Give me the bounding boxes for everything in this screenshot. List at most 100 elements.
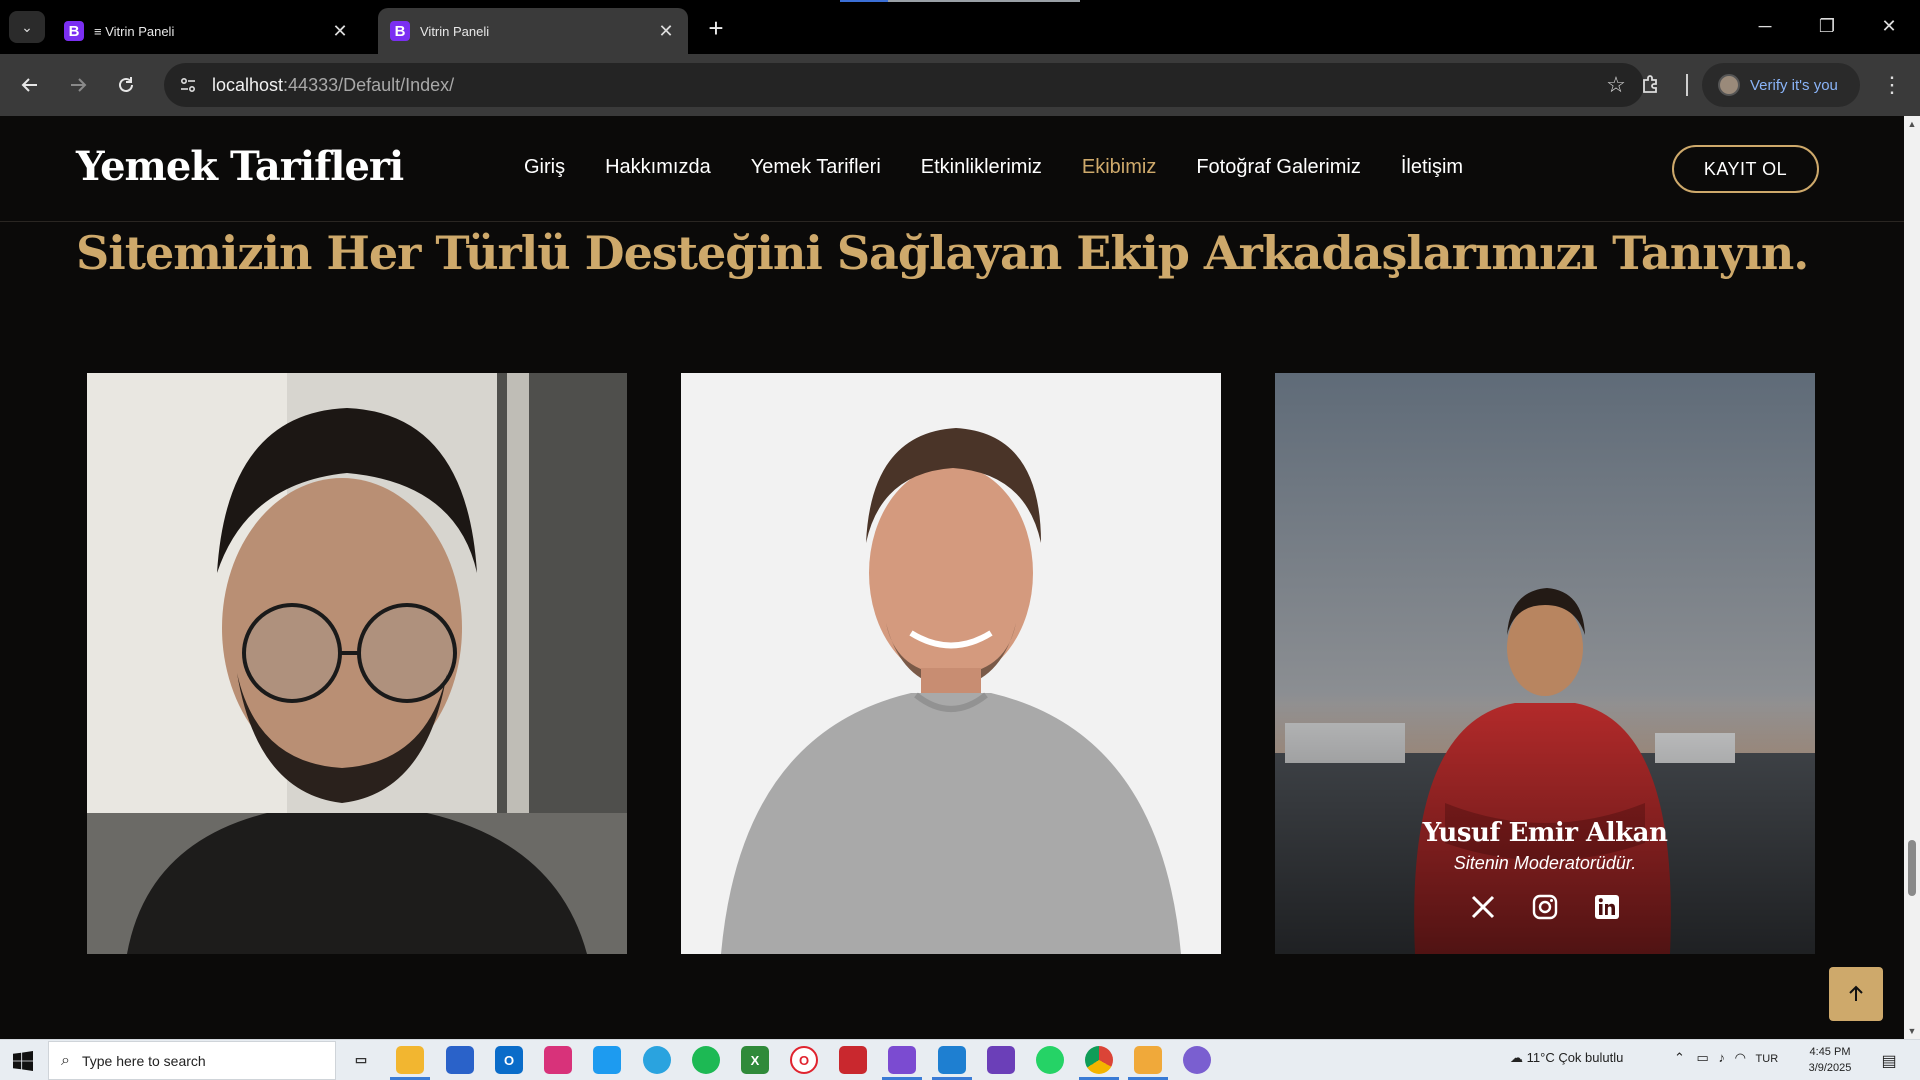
nav-item-hakkimizda[interactable]: Hakkımızda: [605, 156, 711, 179]
outlook-icon[interactable]: O: [495, 1046, 523, 1074]
forward-button[interactable]: [62, 69, 94, 101]
telegram-icon[interactable]: [643, 1046, 671, 1074]
x-icon[interactable]: [1469, 893, 1497, 921]
site-header: Yemek Tarifleri Giriş Hakkımızda Yemek T…: [0, 116, 1904, 222]
reload-button[interactable]: [110, 69, 142, 101]
close-tab-icon[interactable]: ✕: [656, 21, 676, 41]
tab-title: ≡ Vitrin Paneli: [94, 23, 175, 39]
twitter-app-icon[interactable]: [593, 1046, 621, 1074]
taskbar-search-placeholder: Type here to search: [81, 1052, 206, 1069]
team-member-card[interactable]: Yusuf Emir Alkan Sitenin Moderatorüdür.: [1275, 373, 1815, 954]
windows-taskbar: ⌕ Type here to search ▭ O X O ☁ 11°C Çok…: [0, 1039, 1920, 1080]
social-links: [1275, 893, 1815, 921]
back-button[interactable]: [14, 69, 46, 101]
site-favicon-icon: B: [390, 21, 410, 41]
xbox-icon[interactable]: X: [741, 1046, 769, 1074]
nav-item-iletisim[interactable]: İletişim: [1401, 156, 1463, 179]
visual-studio-icon[interactable]: [987, 1046, 1015, 1074]
microsoft-store-icon[interactable]: [446, 1046, 474, 1074]
taskbar-clock[interactable]: 4:45 PM 3/9/2025: [1800, 1044, 1860, 1076]
restore-window-button[interactable]: ❐: [1804, 6, 1850, 46]
paint-icon[interactable]: [1128, 1046, 1168, 1080]
weather-text: 11°C Çok bulutlu: [1526, 1050, 1624, 1065]
tab-search-button[interactable]: ⌄: [9, 11, 45, 43]
address-bar[interactable]: localhost:44333/Default/Index/ ☆: [164, 63, 1644, 107]
back-to-top-button[interactable]: [1829, 967, 1883, 1021]
spotify-icon[interactable]: [692, 1046, 720, 1074]
forward-arrow-icon: [71, 78, 87, 92]
team-member-photo: [681, 373, 1221, 954]
chevron-up-icon[interactable]: ⌃: [1674, 1050, 1685, 1065]
team-member-role: Sitenin Moderatorüdür.: [1453, 853, 1637, 873]
cloud-icon: ☁: [1510, 1050, 1523, 1065]
back-arrow-icon: [21, 78, 37, 92]
new-tab-button[interactable]: +: [700, 12, 732, 44]
vs-code-icon[interactable]: [932, 1046, 972, 1080]
chrome-icon[interactable]: [1079, 1046, 1119, 1080]
profile-label: Verify it's you: [1750, 76, 1838, 94]
chevron-down-icon: ⌄: [21, 18, 33, 35]
profile-avatar: [1718, 74, 1740, 96]
windows-start-button[interactable]: [8, 1046, 38, 1076]
profile-button[interactable]: Verify it's you: [1702, 63, 1860, 107]
opera-icon[interactable]: O: [790, 1046, 818, 1074]
tab-strip-indicator: [840, 0, 888, 2]
register-button[interactable]: KAYIT OL: [1672, 145, 1819, 193]
app-icon[interactable]: [1183, 1046, 1211, 1074]
extensions-icon[interactable]: [1634, 69, 1668, 101]
scroll-down-arrow-icon[interactable]: ▼: [1908, 1026, 1917, 1036]
main-nav: Giriş Hakkımızda Yemek Tarifleri Etkinli…: [524, 156, 1503, 179]
site-info-icon[interactable]: [174, 71, 202, 99]
instagram-app-icon[interactable]: [544, 1046, 572, 1074]
team-member-name: Yusuf Emir Alkan: [1422, 818, 1668, 848]
team-member-card[interactable]: [87, 373, 627, 954]
close-window-button[interactable]: ✕: [1866, 6, 1912, 46]
search-icon: ⌕: [61, 1051, 70, 1069]
page-scrollbar[interactable]: ▲ ▼: [1904, 116, 1920, 1039]
browser-tab[interactable]: B ≡ Vitrin Paneli ✕: [52, 8, 362, 54]
nav-item-fotograf-galerimiz[interactable]: Fotoğraf Galerimiz: [1196, 156, 1361, 179]
url-path: :44333/Default/Index/: [283, 75, 455, 95]
page-viewport: Sitemizin Her Türlü Desteğini Sağlayan E…: [0, 116, 1904, 1039]
browser-tab-strip: ⌄ B ≡ Vitrin Paneli ✕ B Vitrin Paneli ✕ …: [0, 0, 1920, 54]
scroll-up-arrow-icon[interactable]: ▲: [1908, 119, 1917, 129]
reload-icon: [119, 77, 133, 92]
site-logo[interactable]: Yemek Tarifleri: [76, 143, 404, 190]
file-explorer-icon[interactable]: [390, 1046, 430, 1080]
nav-item-etkinliklerimiz[interactable]: Etkinliklerimiz: [921, 156, 1042, 179]
browser-menu-icon[interactable]: ⋮: [1876, 69, 1908, 101]
speaker-icon[interactable]: ♪: [1718, 1050, 1725, 1065]
linkedin-icon[interactable]: [1593, 893, 1621, 921]
app-icon[interactable]: [839, 1046, 867, 1074]
team-section-heading: Sitemizin Her Türlü Desteğini Sağlayan E…: [76, 226, 1809, 280]
system-tray[interactable]: ⌃ ▭ ♪ ◠ TUR: [1674, 1050, 1778, 1066]
weather-widget[interactable]: ☁ 11°C Çok bulutlu: [1510, 1050, 1623, 1066]
scroll-thumb[interactable]: [1908, 840, 1916, 896]
language-indicator[interactable]: TUR: [1756, 1053, 1779, 1065]
clock-time: 4:45 PM: [1809, 1046, 1851, 1058]
toolbar-separator: [1686, 74, 1688, 96]
nav-item-yemek-tarifleri[interactable]: Yemek Tarifleri: [751, 156, 881, 179]
tab-strip-indicator: [888, 0, 1080, 2]
wifi-icon[interactable]: ◠: [1735, 1050, 1746, 1065]
browser-tab-active[interactable]: B Vitrin Paneli ✕: [378, 8, 688, 54]
close-tab-icon[interactable]: ✕: [330, 21, 350, 41]
team-member-photo: [87, 373, 627, 954]
nav-item-giris[interactable]: Giriş: [524, 156, 565, 179]
url-host: localhost: [212, 75, 284, 95]
notification-center-icon[interactable]: ▤: [1876, 1048, 1902, 1074]
browser-toolbar: localhost:44333/Default/Index/ ☆ Verify …: [0, 54, 1920, 116]
minimize-window-button[interactable]: ─: [1742, 6, 1788, 46]
nav-item-ekibimiz[interactable]: Ekibimiz: [1082, 156, 1156, 179]
task-view-icon[interactable]: ▭: [347, 1046, 375, 1074]
site-favicon-icon: B: [64, 21, 84, 41]
visual-studio-icon[interactable]: [882, 1046, 922, 1080]
instagram-icon[interactable]: [1531, 893, 1559, 921]
clock-date: 3/9/2025: [1808, 1062, 1852, 1074]
bookmark-star-icon[interactable]: ☆: [1602, 71, 1630, 99]
url-text[interactable]: localhost:44333/Default/Index/: [212, 75, 454, 96]
taskbar-search-box[interactable]: ⌕ Type here to search: [48, 1041, 336, 1080]
team-member-card[interactable]: [681, 373, 1221, 954]
battery-icon[interactable]: ▭: [1697, 1050, 1709, 1065]
whatsapp-icon[interactable]: [1036, 1046, 1064, 1074]
